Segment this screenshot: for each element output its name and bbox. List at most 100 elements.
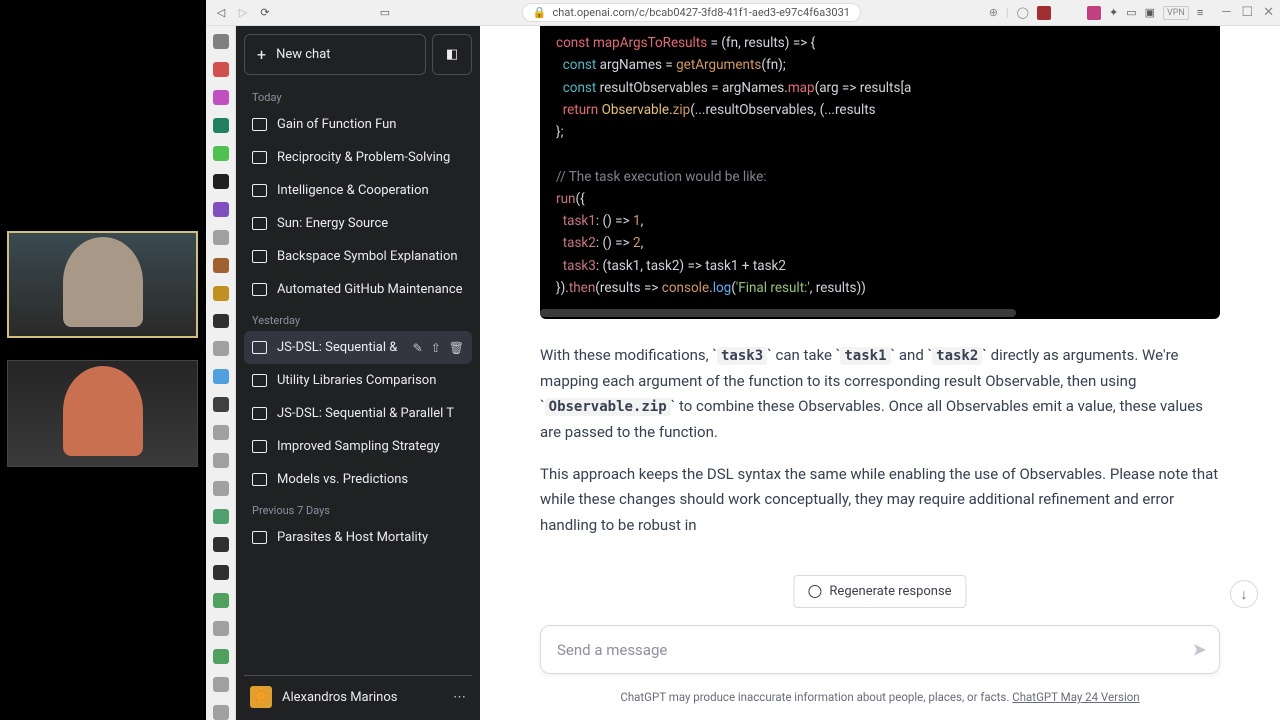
rail-app-icon[interactable] bbox=[213, 509, 229, 524]
sidebar-item-label: JS-DSL: Sequential & bbox=[277, 340, 403, 355]
sidebar-item[interactable]: Improved Sampling Strategy bbox=[244, 430, 472, 463]
sidebar-item-label: Reciprocity & Problem-Solving bbox=[277, 150, 464, 165]
maximize-button[interactable]: ☐ bbox=[1241, 5, 1253, 20]
hide-sidebar-button[interactable]: ◧ bbox=[432, 34, 472, 75]
browser-toolbar: ◁ ▷ ⟳ ▭ 🔒 chat.openai.com/c/bcab0427-3fd… bbox=[206, 0, 1280, 26]
zoom-icon[interactable]: ⊕ bbox=[989, 6, 998, 19]
rail-app-icon[interactable] bbox=[213, 621, 229, 636]
send-icon[interactable]: ➤ bbox=[1192, 639, 1207, 660]
sidebar-item-label: Backspace Symbol Explanation bbox=[277, 249, 464, 264]
chat-icon bbox=[252, 118, 267, 131]
rail-app-icon[interactable] bbox=[213, 677, 229, 692]
rail-app-icon[interactable] bbox=[213, 286, 229, 301]
new-chat-button[interactable]: + New chat bbox=[244, 34, 426, 75]
forward-button[interactable]: ▷ bbox=[234, 4, 252, 22]
rail-app-icon[interactable] bbox=[213, 537, 229, 552]
sidebar-item-label: Models vs. Predictions bbox=[277, 472, 464, 487]
chat-icon bbox=[252, 341, 267, 354]
edit-icon[interactable]: ✎ bbox=[413, 341, 423, 355]
chat-icon bbox=[252, 184, 267, 197]
scroll-down-button[interactable]: ↓ bbox=[1230, 580, 1258, 608]
sidebar-item[interactable]: Backspace Symbol Explanation bbox=[244, 240, 472, 273]
sidebar-item-label: Utility Libraries Comparison bbox=[277, 373, 464, 388]
webcam-2 bbox=[7, 360, 198, 467]
sidebar-section: Previous 7 Days bbox=[244, 496, 472, 521]
rail-app-icon[interactable] bbox=[213, 593, 229, 608]
rail-app-icon[interactable] bbox=[213, 425, 229, 440]
new-chat-label: New chat bbox=[276, 47, 330, 62]
disclaimer: ChatGPT may produce inaccurate informati… bbox=[480, 690, 1280, 704]
sidebar-item-label: Improved Sampling Strategy bbox=[277, 439, 464, 454]
tabs-icon[interactable]: ▭ bbox=[376, 4, 394, 22]
rail-app-icon[interactable] bbox=[213, 565, 229, 580]
rail-app-icon[interactable] bbox=[213, 453, 229, 468]
chat-icon bbox=[252, 250, 267, 263]
chat-icon bbox=[252, 531, 267, 544]
extension-icon[interactable] bbox=[1037, 6, 1051, 20]
rail-app-icon[interactable] bbox=[213, 146, 229, 161]
browser-sidebar-rail bbox=[206, 26, 236, 720]
extension-icon[interactable] bbox=[1087, 6, 1101, 20]
sidebar-item-label: Parasites & Host Mortality bbox=[277, 530, 464, 545]
regenerate-label: Regenerate response bbox=[829, 584, 951, 599]
sidebar-item[interactable]: Sun: Energy Source bbox=[244, 207, 472, 240]
minimize-button[interactable]: — bbox=[1221, 5, 1231, 20]
back-button[interactable]: ◁ bbox=[212, 4, 230, 22]
sidebar-item[interactable]: Utility Libraries Comparison bbox=[244, 364, 472, 397]
vpn-badge[interactable]: VPN bbox=[1163, 6, 1189, 20]
sidebar-item[interactable]: Automated GitHub Maintenance bbox=[244, 273, 472, 306]
chat-sidebar: + New chat ◧ Today Gain of Function Fun Re… bbox=[236, 26, 480, 720]
rail-app-icon[interactable] bbox=[213, 34, 229, 49]
reload-button[interactable]: ⟳ bbox=[256, 4, 274, 22]
message-input-box[interactable]: ➤ bbox=[540, 625, 1220, 674]
rail-app-icon[interactable] bbox=[213, 202, 229, 217]
rail-app-icon[interactable] bbox=[213, 258, 229, 273]
delete-icon[interactable]: 🗑 bbox=[449, 341, 464, 355]
share-icon[interactable]: ⇧ bbox=[431, 341, 441, 355]
sidebar-item-label: Automated GitHub Maintenance bbox=[277, 282, 464, 297]
panel-icon[interactable]: ▭ bbox=[1126, 6, 1136, 19]
sidebar-item[interactable]: Parasites & Host Mortality bbox=[244, 521, 472, 554]
avatar: 🔆 bbox=[250, 686, 272, 708]
sidebar-section: Today bbox=[244, 83, 472, 108]
sidebar-item[interactable]: Reciprocity & Problem-Solving bbox=[244, 141, 472, 174]
rail-app-icon[interactable] bbox=[213, 230, 229, 245]
sidebar-item[interactable]: JS-DSL: Sequential & Parallel T bbox=[244, 397, 472, 430]
message-input[interactable] bbox=[557, 641, 1171, 659]
sidebar-footer[interactable]: 🔆 Alexandros Marinos ⋯ bbox=[244, 675, 472, 712]
close-button[interactable]: ✕ bbox=[1263, 5, 1274, 20]
version-link[interactable]: ChatGPT May 24 Version bbox=[1012, 690, 1139, 704]
sidebar-item[interactable]: Models vs. Predictions bbox=[244, 463, 472, 496]
sidebar-item[interactable]: Intelligence & Cooperation bbox=[244, 174, 472, 207]
sidebar-item[interactable]: Gain of Function Fun bbox=[244, 108, 472, 141]
rail-app-icon[interactable] bbox=[213, 705, 229, 720]
assistant-message: const mapArgsToResults = (fn, results) =… bbox=[540, 26, 1220, 610]
rail-app-icon[interactable] bbox=[213, 118, 229, 133]
rail-app-icon[interactable] bbox=[213, 397, 229, 412]
code-block: const mapArgsToResults = (fn, results) =… bbox=[540, 26, 1220, 319]
shield-icon[interactable]: ◯ bbox=[1017, 6, 1029, 19]
sidebar-item-label: Sun: Energy Source bbox=[277, 216, 464, 231]
rail-app-icon[interactable] bbox=[213, 90, 229, 105]
plus-icon: + bbox=[257, 45, 266, 64]
rail-app-icon[interactable] bbox=[213, 174, 229, 189]
sidebar-item-label: Gain of Function Fun bbox=[277, 117, 464, 132]
chat-icon bbox=[252, 407, 267, 420]
user-menu-icon[interactable]: ⋯ bbox=[453, 690, 466, 705]
chat-icon bbox=[252, 440, 267, 453]
rail-app-icon[interactable] bbox=[213, 314, 229, 329]
rail-app-icon[interactable] bbox=[213, 62, 229, 77]
sidebar-section: Yesterday bbox=[244, 306, 472, 331]
horizontal-scrollbar[interactable] bbox=[540, 309, 1016, 317]
rail-app-icon[interactable] bbox=[213, 481, 229, 496]
regenerate-button[interactable]: Regenerate response bbox=[793, 575, 966, 608]
screenshot-icon[interactable]: ▣ bbox=[1145, 6, 1155, 19]
extensions-icon[interactable]: ✦ bbox=[1109, 6, 1118, 19]
menu-icon[interactable]: ≡ bbox=[1197, 6, 1203, 19]
rail-app-icon[interactable] bbox=[213, 341, 229, 356]
sidebar-item[interactable]: JS-DSL: Sequential & ✎ ⇧ 🗑 bbox=[244, 331, 472, 364]
chat-icon bbox=[252, 283, 267, 296]
rail-app-icon[interactable] bbox=[213, 369, 229, 384]
address-bar[interactable]: 🔒 chat.openai.com/c/bcab0427-3fd8-41f1-a… bbox=[522, 3, 861, 22]
rail-app-icon[interactable] bbox=[213, 649, 229, 664]
